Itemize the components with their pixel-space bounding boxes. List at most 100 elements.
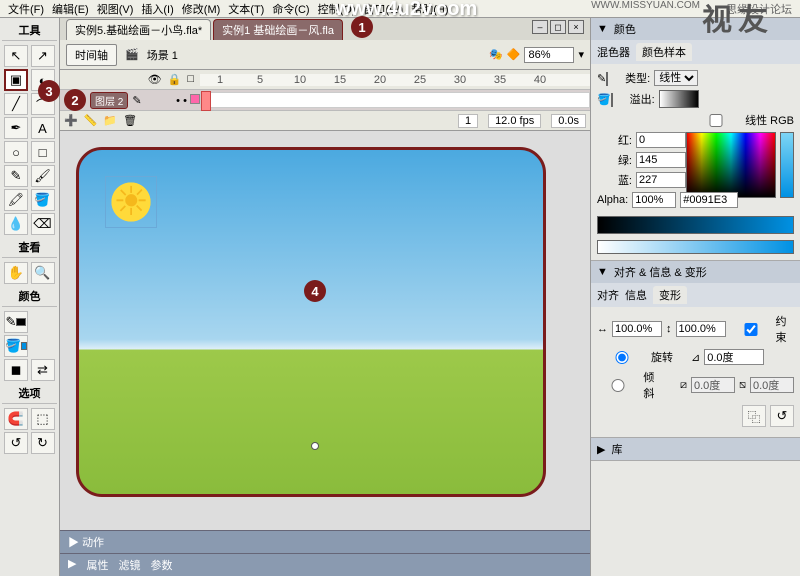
zoom-input[interactable] <box>524 47 574 63</box>
sun-graphic[interactable] <box>105 176 157 228</box>
selection-tool[interactable]: ↖ <box>4 45 28 67</box>
stroke-swatch[interactable]: ✎ <box>597 72 608 85</box>
gradient-preview[interactable] <box>597 216 794 234</box>
hand-tool[interactable]: ✋ <box>4 262 28 284</box>
width-input[interactable] <box>612 321 662 337</box>
library-panel-title[interactable]: 库 <box>611 441 622 457</box>
snap-option[interactable]: 🧲 <box>4 408 28 430</box>
menu-modify[interactable]: 修改(M) <box>178 1 225 17</box>
fill-color[interactable]: 🪣 <box>4 335 28 357</box>
brush-tool[interactable]: 🖌 <box>31 165 55 187</box>
eye-icon[interactable]: 👁 <box>148 73 162 86</box>
callout-3: 3 <box>38 80 60 102</box>
menu-insert[interactable]: 插入(I) <box>137 1 177 17</box>
linear-rgb-label: 线性 RGB <box>745 112 794 128</box>
subselect-tool[interactable]: ↗ <box>31 45 55 67</box>
timeline-button[interactable]: 时间轴 <box>66 44 117 66</box>
params-tab[interactable]: 参数 <box>150 557 172 573</box>
option-4[interactable]: ↻ <box>31 432 55 454</box>
zoom-dropdown-icon[interactable]: ▾ <box>578 48 584 61</box>
oval-tool[interactable]: ○ <box>4 141 28 163</box>
ink-tool[interactable]: 🖍 <box>4 189 28 211</box>
add-folder-icon[interactable]: 📁 <box>103 114 117 127</box>
skew-label: 倾斜 <box>643 369 662 401</box>
skew-radio[interactable] <box>597 379 639 392</box>
bw-button[interactable]: ◼ <box>4 359 28 381</box>
tick: 10 <box>280 74 320 86</box>
stroke-color[interactable]: ✎ <box>4 311 28 333</box>
menu-file[interactable]: 文件(F) <box>4 1 48 17</box>
close-button[interactable]: × <box>568 20 584 34</box>
copy-transform-button[interactable]: ⿻ <box>742 405 766 427</box>
fps: 12.0 fps <box>488 114 541 128</box>
option-2[interactable]: ⬚ <box>31 408 55 430</box>
stage[interactable]: 4 <box>60 131 590 530</box>
swatches-tab[interactable]: 颜色样本 <box>636 43 692 61</box>
eraser-tool[interactable]: ⌫ <box>31 213 55 235</box>
menu-edit[interactable]: 编辑(E) <box>48 1 93 17</box>
rotate-input[interactable] <box>704 349 764 365</box>
zoom-tool[interactable]: 🔍 <box>31 262 55 284</box>
restore-button[interactable]: ◻ <box>550 20 566 34</box>
canvas-artwork[interactable]: 4 <box>76 147 546 497</box>
g-input[interactable] <box>636 152 686 168</box>
pen-tool[interactable]: ✒ <box>4 117 28 139</box>
swap-button[interactable]: ⇄ <box>31 359 55 381</box>
menu-view[interactable]: 视图(V) <box>93 1 138 17</box>
type-select[interactable]: 线性 <box>654 70 698 86</box>
reset-transform-button[interactable]: ↺ <box>770 405 794 427</box>
outline-icon[interactable]: □ <box>187 73 194 86</box>
pencil-tool[interactable]: ✎ <box>4 165 28 187</box>
rotate-radio[interactable] <box>597 351 647 364</box>
info-tab[interactable]: 信息 <box>625 287 647 303</box>
option-3[interactable]: ↺ <box>4 432 28 454</box>
menu-text[interactable]: 文本(T) <box>224 1 268 17</box>
hue-sat-box[interactable] <box>686 132 776 198</box>
align-tab[interactable]: 对齐 <box>597 287 619 303</box>
b-input[interactable] <box>636 172 686 188</box>
free-transform-tool[interactable]: ▣ <box>4 69 28 91</box>
symbol-icon[interactable]: 🔶 <box>507 48 521 61</box>
height-input[interactable] <box>676 321 726 337</box>
scene-label: 场景 1 <box>147 47 178 63</box>
lock-icon[interactable]: 🔒 <box>168 73 182 86</box>
layer-name[interactable]: 图层 2 <box>90 92 128 109</box>
rect-tool[interactable]: □ <box>31 141 55 163</box>
eyedropper-tool[interactable]: 💧 <box>4 213 28 235</box>
color-header: 颜色 <box>2 286 57 307</box>
add-layer-icon[interactable]: ➕ <box>64 114 78 127</box>
minimize-button[interactable]: – <box>532 20 548 34</box>
tab-2[interactable]: 实例1 基础绘画－风.fla <box>213 19 343 40</box>
delete-layer-icon[interactable]: 🗑 <box>123 114 137 127</box>
properties-tab[interactable]: 属性 <box>86 557 108 573</box>
tick: 20 <box>360 74 400 86</box>
transform-center[interactable] <box>311 442 319 450</box>
edit-scene-icon[interactable]: 🎭 <box>489 48 503 61</box>
b-label: 蓝: <box>597 172 632 188</box>
tab-1[interactable]: 实例5.基础绘画－小鸟.fla* <box>66 19 211 40</box>
overflow-select[interactable] <box>659 90 699 108</box>
linear-rgb-check[interactable] <box>691 114 741 127</box>
actions-panel[interactable]: ▶ 动作 <box>68 534 104 550</box>
document-tabs: 实例5.基础绘画－小鸟.fla* 实例1 基础绘画－风.fla 1 – ◻ × <box>60 18 590 40</box>
constrain-check[interactable] <box>730 323 772 336</box>
hex-input[interactable] <box>680 192 738 208</box>
r-input[interactable] <box>636 132 686 148</box>
playhead[interactable] <box>201 91 211 111</box>
gradient-stops[interactable] <box>597 240 794 254</box>
fill-swatch[interactable]: 🪣 <box>597 93 613 106</box>
scene-icon[interactable]: 🎬 <box>125 48 139 61</box>
brightness-bar[interactable] <box>780 132 794 198</box>
line-tool[interactable]: ╱ <box>4 93 28 115</box>
bucket-tool[interactable]: 🪣 <box>31 189 55 211</box>
add-guide-icon[interactable]: 📏 <box>84 114 98 127</box>
filters-tab[interactable]: 滤镜 <box>118 557 140 573</box>
frame-strip[interactable] <box>200 92 590 108</box>
transform-tab[interactable]: 变形 <box>653 286 687 304</box>
tick: 40 <box>520 74 560 86</box>
text-tool[interactable]: A <box>31 117 55 139</box>
menu-command[interactable]: 命令(C) <box>268 1 313 17</box>
a-input[interactable] <box>632 192 676 208</box>
current-frame: 1 <box>458 114 478 128</box>
mixer-tab[interactable]: 混色器 <box>597 44 630 60</box>
